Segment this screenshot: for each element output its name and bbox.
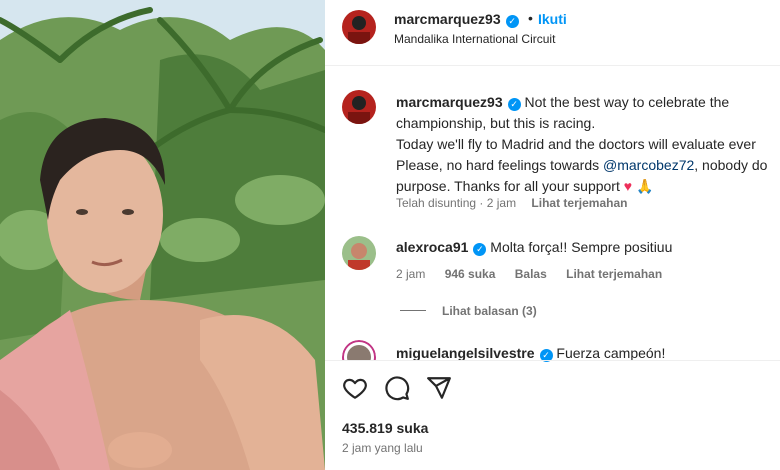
share-icon[interactable] — [426, 375, 452, 401]
caption-line: Not the best way to celebrate the — [524, 94, 730, 110]
comment-meta: 2 jam 946 suka Balas Lihat terjemahan — [396, 267, 662, 281]
like-count[interactable]: 435.819 suka — [342, 420, 428, 436]
post-photo[interactable] — [0, 0, 325, 470]
comment-avatar[interactable] — [342, 236, 376, 270]
replies-line — [400, 310, 426, 311]
caption-line: purpose. Thanks for all your support — [396, 178, 620, 194]
comment-username[interactable]: miguelangelsilvestre — [396, 345, 535, 361]
location-link[interactable]: Mandalika International Circuit — [394, 32, 555, 46]
post-side-panel: marcmarquez93 ✓ • Ikuti Mandalika Interna… — [325, 0, 780, 470]
action-divider — [325, 360, 780, 361]
comment-translate-button[interactable]: Lihat terjemahan — [566, 267, 662, 281]
caption-line: championship, but this is racing. — [396, 115, 596, 131]
caption-line: Please, no hard feelings towards — [396, 157, 604, 173]
edited-time: 2 jam — [486, 196, 517, 210]
comment-text: alexroca91 ✓ Molta força!! Sempre positiu… — [396, 239, 672, 256]
comment-likes[interactable]: 946 suka — [445, 267, 496, 281]
caption-translate-button[interactable]: Lihat terjemahan — [531, 196, 627, 210]
caption-avatar[interactable] — [342, 90, 376, 124]
comment-body: Fuerza campeón! — [556, 345, 666, 361]
pray-emoji: 🙏 — [635, 178, 654, 194]
view-replies-button[interactable]: Lihat balasan (3) — [400, 304, 537, 318]
comment-avatar[interactable] — [342, 340, 376, 360]
edited-label: Telah disunting — [396, 196, 477, 210]
separator-dot: • — [528, 10, 533, 26]
comment-time: 2 jam — [396, 267, 426, 281]
verified-badge-icon: ✓ — [505, 15, 519, 28]
author-avatar[interactable] — [342, 10, 376, 44]
post-header: marcmarquez93 ✓ • Ikuti Mandalika Interna… — [325, 0, 780, 66]
verified-badge-icon: ✓ — [473, 243, 487, 256]
post-time: 2 jam yang lalu — [342, 441, 423, 455]
caption-username[interactable]: marcmarquez93 — [396, 94, 503, 110]
verified-badge-icon: ✓ — [507, 98, 521, 111]
caption-line: , nobody do — [694, 157, 768, 173]
mention-link[interactable]: @marcobez72 — [603, 157, 694, 173]
view-replies-label: Lihat balasan (3) — [442, 304, 537, 318]
follow-button[interactable]: Ikuti — [538, 11, 567, 27]
heart-emoji: ♥ — [623, 178, 633, 194]
author-username-text[interactable]: marcmarquez93 — [394, 11, 501, 27]
comment-username[interactable]: alexroca91 — [396, 239, 468, 255]
comment-body: Molta força!! Sempre positiuu — [490, 239, 673, 255]
caption-line: Today we'll fly to Madrid and the doctor… — [396, 136, 756, 152]
caption-text: marcmarquez93 ✓ Not the best way to celeb… — [396, 92, 780, 197]
comment-icon[interactable] — [384, 375, 410, 401]
like-icon[interactable] — [342, 375, 368, 401]
selfie-image — [0, 0, 325, 470]
reply-button[interactable]: Balas — [515, 267, 547, 281]
author-username[interactable]: marcmarquez93 ✓ — [394, 11, 519, 28]
caption-meta: Telah disunting · 2 jam Lihat terjemahan — [396, 196, 628, 210]
